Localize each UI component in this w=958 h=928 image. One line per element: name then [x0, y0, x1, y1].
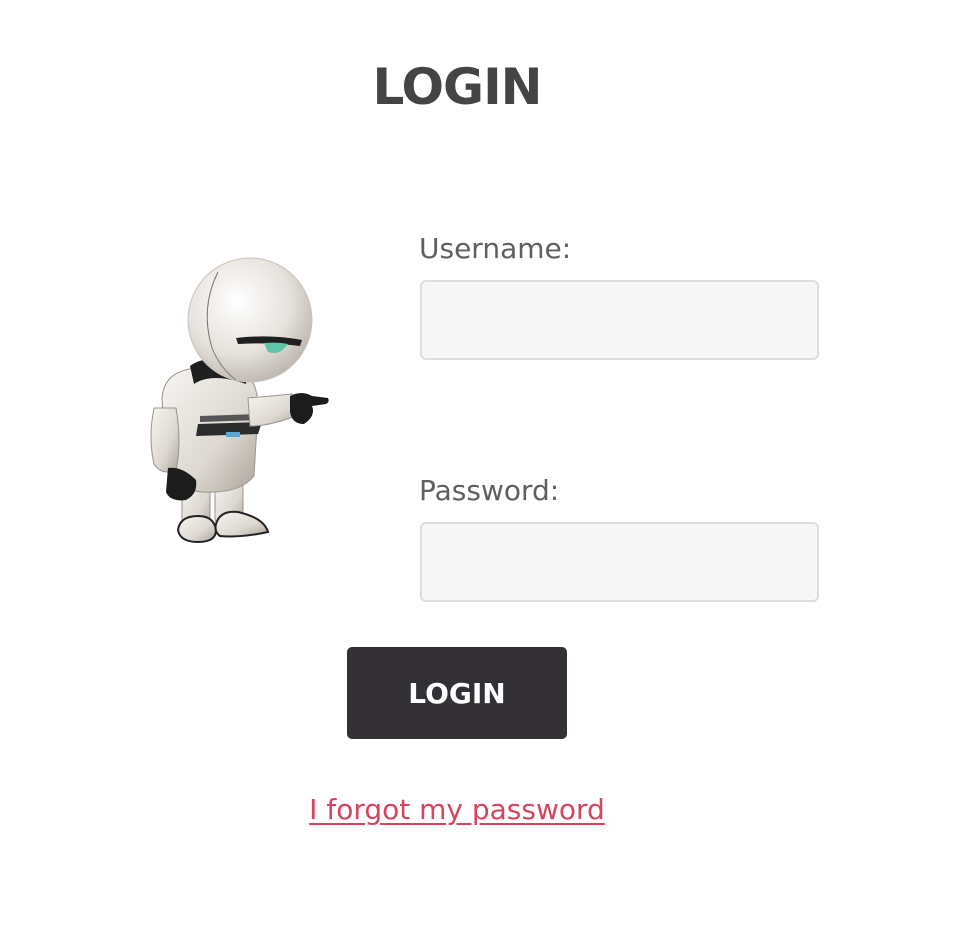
password-input[interactable]	[420, 522, 819, 602]
forgot-password-link[interactable]: I forgot my password	[0, 793, 914, 826]
username-label: Username:	[419, 232, 572, 265]
robot-mascot-icon	[150, 257, 329, 544]
username-input[interactable]	[420, 280, 819, 360]
password-label: Password:	[419, 474, 560, 507]
login-button[interactable]: LOGIN	[347, 647, 567, 739]
page-title: LOGIN	[372, 58, 542, 116]
